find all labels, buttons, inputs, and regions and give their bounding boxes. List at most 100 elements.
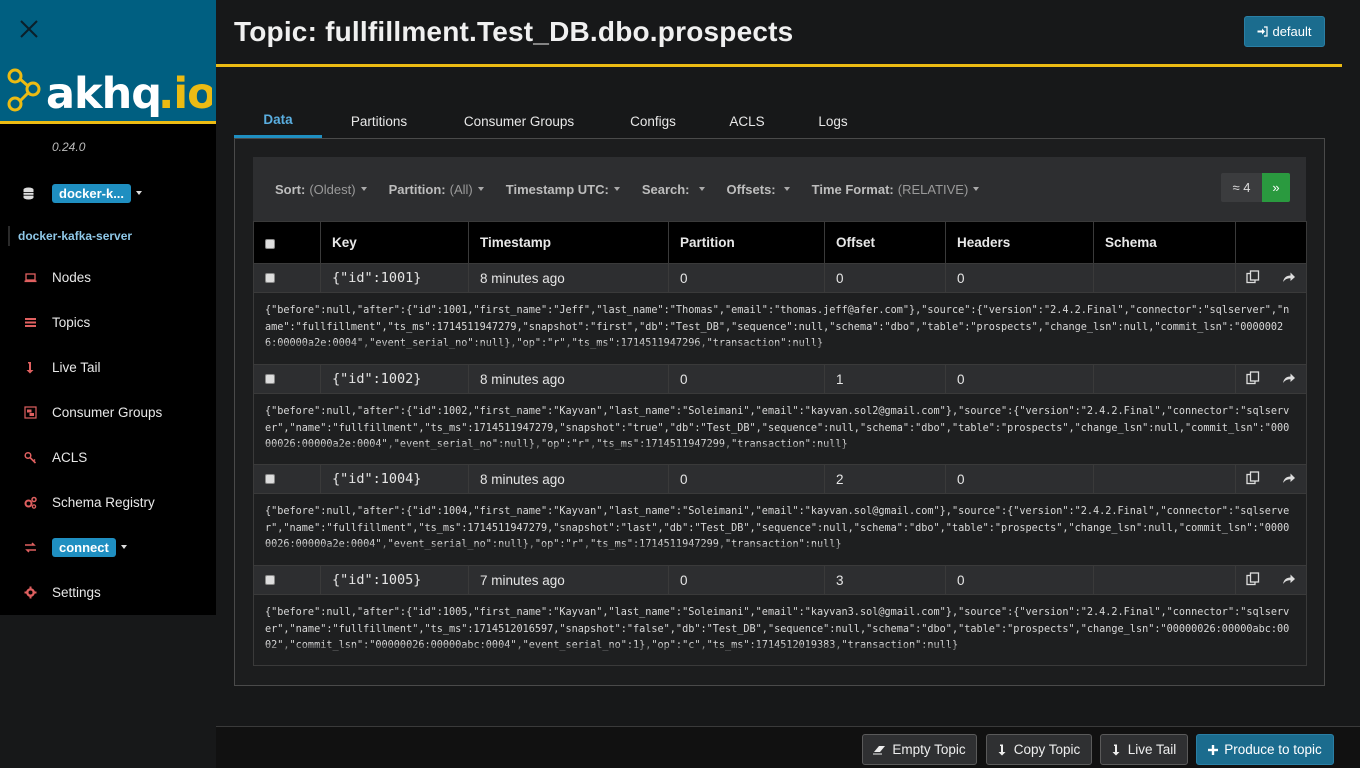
produce-to-topic-button[interactable]: Produce to topic [1196,734,1334,765]
time-format-filter[interactable]: Time Format: (RELATIVE) [812,182,980,197]
message-schema [1093,263,1236,293]
exchange-icon [24,541,36,553]
actions-header [1235,221,1307,264]
message-key: {"id":1004} [320,464,469,494]
nav-item-nodes[interactable]: Nodes [0,265,216,289]
row-checkbox[interactable] [265,473,275,484]
row-actions [1235,464,1307,494]
live-tail-button[interactable]: Live Tail [1100,734,1188,765]
nav-item-topics[interactable]: Topics [0,310,216,334]
tab-acls[interactable]: ACLS [704,104,790,138]
row-checkbox[interactable] [265,574,275,585]
tab-data[interactable]: Data [234,104,322,138]
tab-bar: Data Partitions Consumer Groups Configs … [234,104,876,138]
data-panel: Sort: (Oldest) Partition: (All) Timestamp … [234,138,1325,686]
database-icon [23,187,34,199]
connect-dropdown[interactable]: connect [52,537,116,557]
chevron-down-icon [783,187,790,191]
message-offset: 1 [824,364,946,394]
row-checkbox[interactable] [265,373,275,384]
messages-table: Key Timestamp Partition Offset Headers S… [253,221,1307,666]
copy-icon[interactable] [1246,269,1260,284]
level-down-icon [26,361,33,373]
row-checkbox[interactable] [265,272,275,283]
share-icon[interactable] [1282,572,1296,586]
message-key: {"id":1005} [320,565,469,595]
plus-icon [1208,744,1219,755]
message-value-row: {"before":null,"after":{"id":1002,"first… [253,393,1307,465]
column-header: Timestamp [468,221,669,264]
copy-topic-button[interactable]: Copy Topic [986,734,1092,765]
timestamp-filter[interactable]: Timestamp UTC: [506,182,620,197]
nav-item-connect[interactable]: connect [0,535,216,559]
message-count: ≈ 4 [1221,173,1262,202]
default-button[interactable]: default [1244,16,1325,47]
akhq-logo: akhq .io [7,68,212,118]
copy-icon[interactable] [1246,571,1260,586]
svg-text:akhq: akhq [46,69,161,118]
nav-item-consumer-groups[interactable]: Consumer Groups [0,400,216,424]
message-offset: 2 [824,464,946,494]
close-icon[interactable] [18,18,40,40]
select-all-header[interactable] [253,221,321,264]
sort-filter[interactable]: Sort: (Oldest) [275,182,367,197]
row-actions [1235,565,1307,595]
cluster-selector[interactable]: docker-k... [22,183,143,203]
share-icon[interactable] [1282,270,1296,284]
key-icon [23,451,36,464]
brand-header: akhq .io [0,0,216,124]
message-headers: 0 [945,464,1094,494]
nav-item-settings[interactable]: Settings [0,580,216,604]
chevron-down-icon [698,187,705,191]
copy-icon[interactable] [1246,370,1260,385]
chevron-down-icon [120,545,127,549]
sidebar: akhq .io 0.24.0 docker-k... docker-kafka… [0,0,216,615]
row-actions [1235,263,1307,293]
nav-item-label: Nodes [52,269,92,285]
partition-filter[interactable]: Partition: (All) [389,182,484,197]
title-divider [216,64,1342,67]
message-value-row: {"before":null,"after":{"id":1001,"first… [253,292,1307,365]
message-offset: 3 [824,565,946,595]
cluster-dropdown[interactable]: docker-k... [52,183,132,203]
object-group-icon [23,405,37,419]
share-icon[interactable] [1282,371,1296,385]
table-row[interactable]: {"id":1004} 8 minutes ago 0 2 0 [253,464,1307,494]
message-partition: 0 [668,364,825,394]
cluster-name[interactable]: docker-kafka-server [8,226,208,246]
table-row[interactable]: {"id":1001} 8 minutes ago 0 0 0 [253,263,1307,293]
message-key: {"id":1002} [320,364,469,394]
message-key: {"id":1001} [320,263,469,293]
message-partition: 0 [668,263,825,293]
empty-topic-button[interactable]: Empty Topic [862,734,977,765]
page-scrollbar[interactable] [1342,0,1360,726]
table-row[interactable]: {"id":1002} 8 minutes ago 0 1 0 [253,364,1307,394]
offsets-filter[interactable]: Offsets: [727,182,790,197]
tab-partitions[interactable]: Partitions [322,104,436,138]
next-page-button[interactable]: » [1262,173,1290,202]
tab-logs[interactable]: Logs [790,104,876,138]
table-row[interactable]: {"id":1005} 7 minutes ago 0 3 0 [253,565,1307,595]
sign-in-icon [1257,26,1269,37]
nav-item-live-tail[interactable]: Live Tail [0,355,216,379]
column-header: Partition [668,221,825,264]
column-header: Headers [945,221,1094,264]
search-filter[interactable]: Search: [642,182,705,197]
tab-configs[interactable]: Configs [602,104,704,138]
select-all-checkbox[interactable] [265,239,275,249]
nav-item-acls[interactable]: ACLS [0,445,216,469]
message-headers: 0 [945,263,1094,293]
copy-icon[interactable] [1246,470,1260,485]
cogs-icon [24,496,37,509]
message-schema [1093,464,1236,494]
chevron-down-icon [613,187,620,191]
message-timestamp: 7 minutes ago [468,565,669,595]
tab-consumer-groups[interactable]: Consumer Groups [436,104,602,138]
column-header: Offset [824,221,946,264]
data-toolbar: Sort: (Oldest) Partition: (All) Timestamp … [253,157,1306,221]
message-value: {"before":null,"after":{"id":1004,"first… [265,504,1294,560]
version-label: 0.24.0 [52,140,86,154]
share-icon[interactable] [1282,471,1296,485]
nav-item-schema-registry[interactable]: Schema Registry [0,490,216,514]
pagination: ≈ 4 » [1221,173,1290,202]
